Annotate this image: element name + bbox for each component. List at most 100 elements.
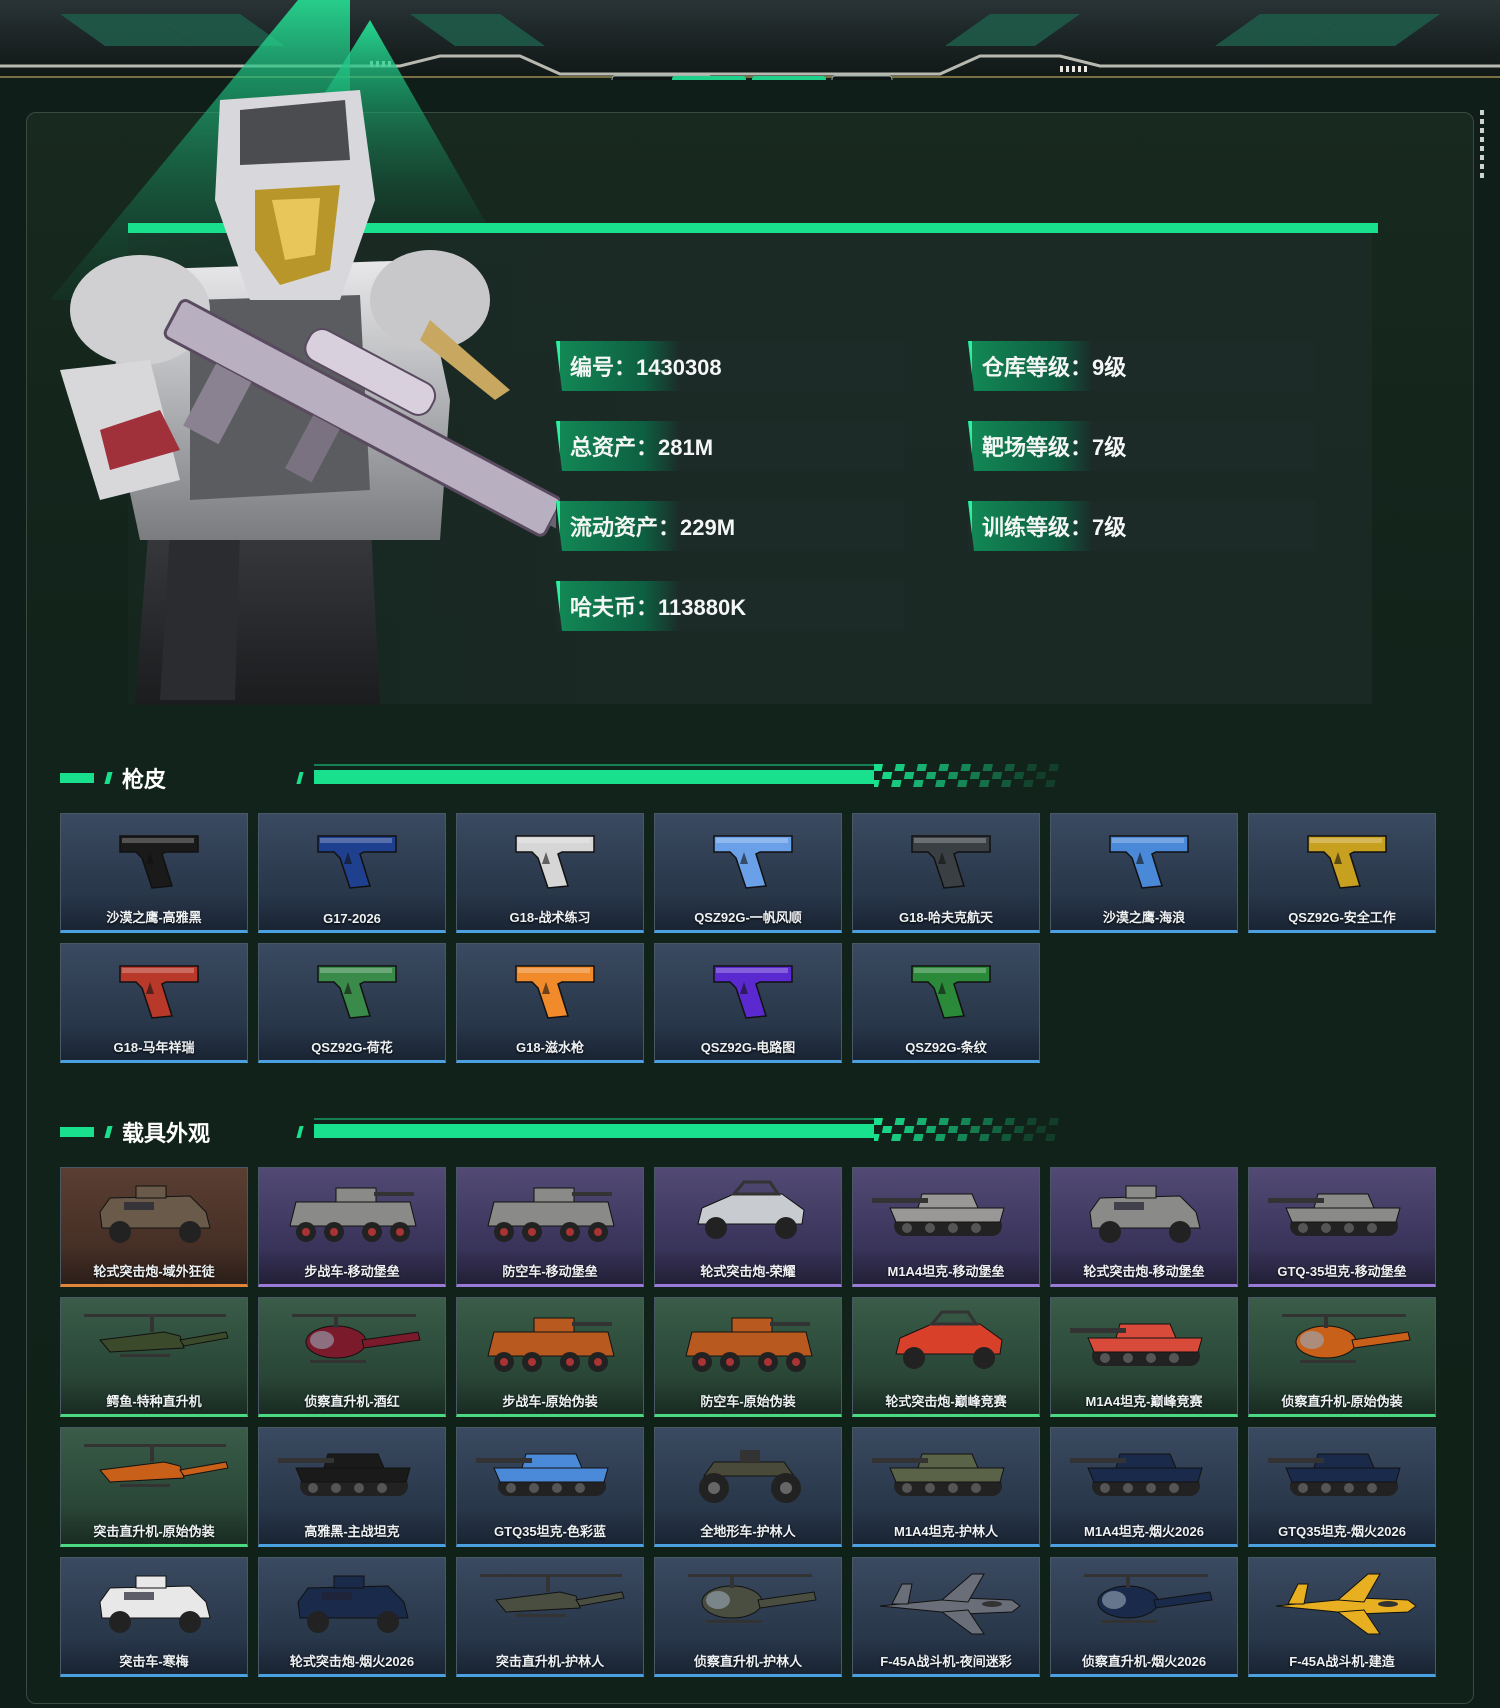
pistol-icon: [1307, 835, 1387, 889]
stat-text: 总资产：281M: [570, 435, 714, 460]
gun-skin-tile[interactable]: QSZ92G-荷花: [258, 943, 446, 1063]
vehicle-skin-tile[interactable]: GTQ-35坦克-移动堡垒: [1248, 1167, 1436, 1287]
item-art: [259, 1172, 445, 1256]
stat-training-level: 训练等级：7级: [968, 501, 1316, 551]
vehicle-skin-tile[interactable]: 突击直升机-原始伪装: [60, 1427, 248, 1547]
section-title: 枪皮: [122, 767, 167, 792]
vehicle-skin-tile[interactable]: 全地形车-护林人: [654, 1427, 842, 1547]
stat-havoc-coins: 哈夫币：113880K: [556, 581, 904, 631]
ifv-icon: [685, 1317, 813, 1372]
tank-icon: [1070, 1323, 1203, 1366]
scout-helicopter-icon: [1084, 1574, 1213, 1623]
item-art: [259, 1302, 445, 1386]
gun-skin-label: G18-滋水枪: [516, 1040, 584, 1055]
vehicle-skin-tile[interactable]: 轮式突击炮-域外狂徒: [60, 1167, 248, 1287]
vehicle-skin-tile[interactable]: M1A4坦克-巅峰竞赛: [1050, 1297, 1238, 1417]
item-art: [853, 1432, 1039, 1516]
scroll-indicator[interactable]: [1480, 110, 1486, 190]
buggy-icon: [895, 1310, 1003, 1369]
section-marker: [60, 1127, 94, 1137]
gun-skin-tile[interactable]: 沙漠之鹰-高雅黑: [60, 813, 248, 933]
vehicle-skin-tile[interactable]: F-45A战斗机-建造: [1248, 1557, 1436, 1677]
item-art: [1051, 1562, 1237, 1646]
vehicle-skin-label: 侦察直升机-护林人: [693, 1654, 803, 1669]
section-title: 载具外观: [122, 1121, 211, 1146]
attack-helicopter-icon: [84, 1444, 229, 1487]
vehicle-skin-tile[interactable]: F-45A战斗机-夜间迷彩: [852, 1557, 1040, 1677]
vehicle-skin-tile[interactable]: GTQ35坦克-色彩蓝: [456, 1427, 644, 1547]
gun-skin-tile[interactable]: G17-2026: [258, 813, 446, 933]
jet-icon: [1275, 1573, 1417, 1635]
vehicle-skin-tile[interactable]: 侦察直升机-烟火2026: [1050, 1557, 1238, 1677]
vehicle-skin-tile[interactable]: 防空车-移动堡垒: [456, 1167, 644, 1287]
vehicle-skin-tile[interactable]: M1A4坦克-烟火2026: [1050, 1427, 1238, 1547]
vehicle-skin-label: 轮式突击炮-荣耀: [700, 1264, 796, 1279]
vehicle-skin-tile[interactable]: 侦察直升机-护林人: [654, 1557, 842, 1677]
pistol-icon: [713, 965, 793, 1019]
item-art: [655, 1432, 841, 1516]
pistol-icon: [317, 835, 397, 889]
stat-id: 编号：1430308: [556, 341, 904, 391]
vehicle-skin-tile[interactable]: 轮式突击炮-移动堡垒: [1050, 1167, 1238, 1287]
tank-icon: [872, 1453, 1005, 1496]
vehicle-skin-tile[interactable]: 步战车-移动堡垒: [258, 1167, 446, 1287]
vehicle-skin-label: F-45A战斗机-夜间迷彩: [880, 1654, 1012, 1669]
vehicle-skin-tile[interactable]: 突击车-寒梅: [60, 1557, 248, 1677]
vehicle-skin-label: F-45A战斗机-建造: [1289, 1654, 1395, 1669]
vehicle-skin-tile[interactable]: 步战车-原始伪装: [456, 1297, 644, 1417]
vehicle-skin-tile[interactable]: 侦察直升机-原始伪装: [1248, 1297, 1436, 1417]
item-art: [259, 948, 445, 1032]
vehicle-skin-tile[interactable]: 高雅黑-主战坦克: [258, 1427, 446, 1547]
vehicle-skin-label: 全地形车-护林人: [700, 1524, 796, 1539]
vehicle-skin-tile[interactable]: 轮式突击炮-荣耀: [654, 1167, 842, 1287]
vehicle-skin-label: M1A4坦克-移动堡垒: [887, 1264, 1005, 1279]
vehicle-skin-tile[interactable]: 防空车-原始伪装: [654, 1297, 842, 1417]
gun-skin-tile[interactable]: QSZ92G-一帆风顺: [654, 813, 842, 933]
vehicle-skin-label: 侦察直升机-酒红: [304, 1394, 400, 1409]
buggy-icon: [697, 1180, 805, 1239]
tank-icon: [1268, 1193, 1401, 1236]
vehicle-skin-label: 突击直升机-原始伪装: [93, 1524, 215, 1539]
vehicle-skin-tile[interactable]: 鳄鱼-特种直升机: [60, 1297, 248, 1417]
stat-text: 靶场等级：7级: [982, 435, 1127, 460]
gun-skin-tile[interactable]: QSZ92G-安全工作: [1248, 813, 1436, 933]
item-art: [655, 948, 841, 1032]
armored-car-icon: [297, 1575, 409, 1633]
vehicle-skin-label: 轮式突击炮-烟火2026: [289, 1654, 415, 1669]
vehicle-skin-tile[interactable]: 突击直升机-护林人: [456, 1557, 644, 1677]
gun-skin-tile[interactable]: G18-滋水枪: [456, 943, 644, 1063]
gun-skin-tile[interactable]: 沙漠之鹰-海浪: [1050, 813, 1238, 933]
gun-skin-tile[interactable]: QSZ92G-条纹: [852, 943, 1040, 1063]
gun-skin-label: G17-2026: [323, 911, 381, 926]
gun-skin-tile[interactable]: G18-战术练习: [456, 813, 644, 933]
vehicle-skin-tile[interactable]: M1A4坦克-护林人: [852, 1427, 1040, 1547]
atv-icon: [699, 1450, 801, 1503]
item-art: [1249, 1302, 1435, 1386]
vehicle-skin-tile[interactable]: 轮式突击炮-巅峰竞赛: [852, 1297, 1040, 1417]
item-art: [61, 948, 247, 1032]
gun-skin-label: 沙漠之鹰-高雅黑: [106, 910, 202, 925]
vehicle-skin-label: 侦察直升机-烟火2026: [1081, 1654, 1207, 1669]
scout-helicopter-icon: [688, 1574, 817, 1623]
gun-skin-tile[interactable]: QSZ92G-电路图: [654, 943, 842, 1063]
gun-skin-tile[interactable]: G18-哈夫克航天: [852, 813, 1040, 933]
gun-skin-tile[interactable]: G18-马年祥瑞: [60, 943, 248, 1063]
attack-helicopter-icon: [480, 1574, 625, 1617]
operator-avatar: [60, 90, 560, 705]
section-divider-tick: [296, 1126, 304, 1138]
scout-helicopter-icon: [292, 1314, 421, 1363]
item-art: [259, 818, 445, 902]
item-art: [655, 1562, 841, 1646]
vehicle-skin-tile[interactable]: 侦察直升机-酒红: [258, 1297, 446, 1417]
vehicle-skin-tile[interactable]: M1A4坦克-移动堡垒: [852, 1167, 1040, 1287]
item-art: [1249, 1562, 1435, 1646]
item-art: [853, 1172, 1039, 1256]
jet-icon: [879, 1573, 1021, 1635]
armored-car-icon: [99, 1185, 211, 1243]
vehicle-skin-label: 轮式突击炮-域外狂徒: [93, 1264, 215, 1279]
item-art: [457, 1172, 643, 1256]
stat-text: 仓库等级：9级: [982, 355, 1127, 380]
vehicle-skin-tile[interactable]: GTQ35坦克-烟火2026: [1248, 1427, 1436, 1547]
vehicle-skin-tile[interactable]: 轮式突击炮-烟火2026: [258, 1557, 446, 1677]
section-marker: [104, 772, 113, 784]
